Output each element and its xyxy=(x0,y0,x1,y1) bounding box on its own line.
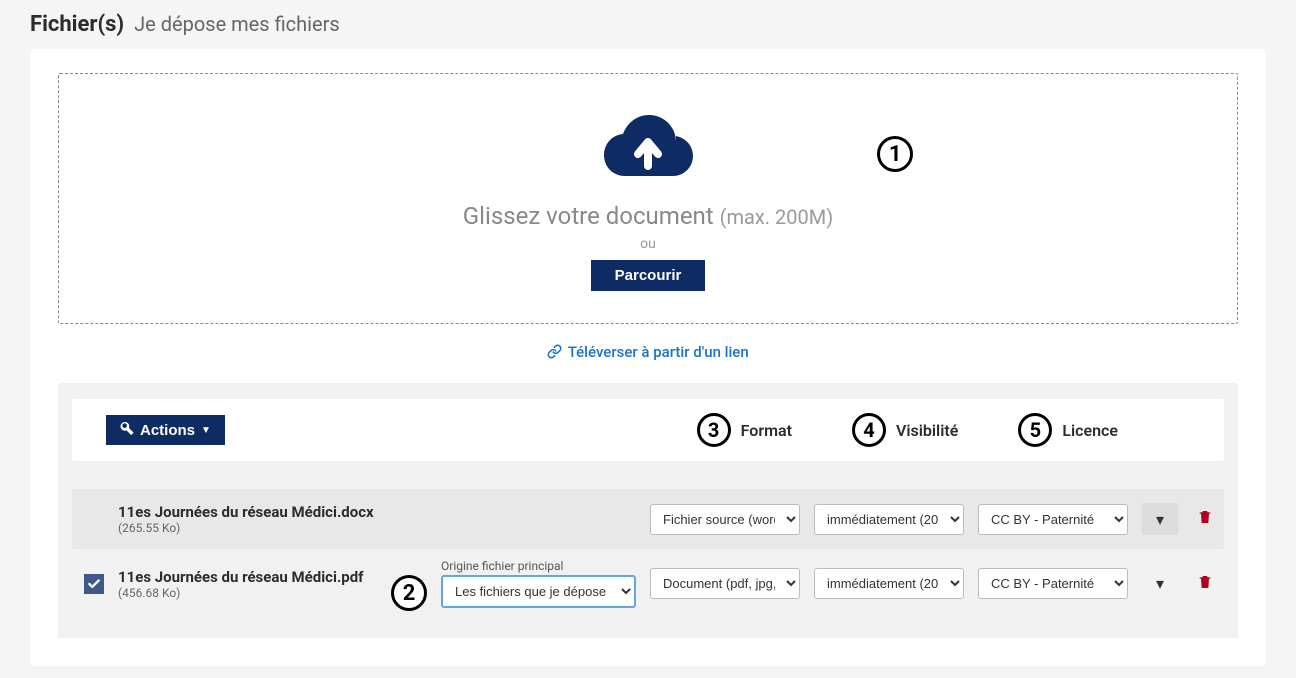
cloud-upload-icon xyxy=(602,165,694,184)
dropzone-inner: 1 Glissez votre document (max. 200M) ou … xyxy=(463,114,833,291)
col-header-visibility: 4 Visibilité xyxy=(852,413,958,447)
col-format-label: Format xyxy=(741,421,792,440)
trash-icon xyxy=(1197,576,1213,595)
file-info: 11es Journées du réseau Médici.docx (265… xyxy=(118,503,427,535)
origine-label: Origine fichier principal xyxy=(441,559,636,573)
page-subtitle: Je dépose mes fichiers xyxy=(134,12,340,36)
upload-link-row: Téléverser à partir d'un lien xyxy=(58,342,1238,361)
chevron-down-icon: ▾ xyxy=(1156,510,1164,529)
file-info: 11es Journées du réseau Médici.pdf (456.… xyxy=(118,568,427,600)
delete-button[interactable] xyxy=(1192,508,1218,530)
dropzone-title-text: Glissez votre document xyxy=(463,202,714,230)
origine-select[interactable]: Les fichiers que je dépose sont xyxy=(441,575,636,608)
file-header-row: Actions ▼ 3 Format 4 Visibilité 5 Licenc… xyxy=(72,399,1224,461)
format-select[interactable]: Document (pdf, jpg, …) xyxy=(650,568,800,599)
trash-icon xyxy=(1197,511,1213,530)
delete-button[interactable] xyxy=(1192,573,1218,595)
upload-from-link[interactable]: Téléverser à partir d'un lien xyxy=(547,343,748,361)
dropzone-or: ou xyxy=(463,236,833,252)
format-cell: Fichier source (word, tex…) xyxy=(650,504,800,535)
callout-2: 2 xyxy=(391,575,427,611)
main-card: 1 Glissez votre document (max. 200M) ou … xyxy=(30,49,1266,666)
row-checkbox-empty xyxy=(84,509,104,529)
wrench-icon xyxy=(120,421,134,439)
licence-cell: CC BY - Paternité xyxy=(978,504,1128,535)
row-checkbox-checked[interactable] xyxy=(84,574,104,594)
column-headers: 3 Format 4 Visibilité 5 Licence xyxy=(697,413,1208,447)
dropzone-max: (max. 200M) xyxy=(720,205,834,229)
visibility-cell: immédiatement (2023-…) xyxy=(814,568,964,599)
licence-select[interactable]: CC BY - Paternité xyxy=(978,568,1128,599)
dropzone[interactable]: 1 Glissez votre document (max. 200M) ou … xyxy=(58,73,1238,324)
caret-down-icon: ▼ xyxy=(201,425,211,436)
expand-toggle[interactable]: ▾ xyxy=(1142,574,1178,593)
licence-select[interactable]: CC BY - Paternité xyxy=(978,504,1128,535)
visibility-cell: immédiatement (2023-…) xyxy=(814,504,964,535)
actions-button[interactable]: Actions ▼ xyxy=(106,415,225,445)
actions-label: Actions xyxy=(140,422,195,439)
upload-link-label: Téléverser à partir d'un lien xyxy=(568,343,749,361)
expand-toggle[interactable]: ▾ xyxy=(1142,503,1178,535)
visibility-select[interactable]: immédiatement (2023-…) xyxy=(814,504,964,535)
file-name: 11es Journées du réseau Médici.pdf xyxy=(118,568,427,586)
format-select[interactable]: Fichier source (word, tex…) xyxy=(650,504,800,535)
visibility-select[interactable]: immédiatement (2023-…) xyxy=(814,568,964,599)
callout-1: 1 xyxy=(877,136,913,172)
callout-3: 3 xyxy=(697,413,731,447)
callout-4: 4 xyxy=(852,413,886,447)
licence-cell: CC BY - Paternité xyxy=(978,568,1128,599)
file-size: (456.68 Ko) xyxy=(118,586,427,600)
check-icon xyxy=(87,577,101,591)
origine-col: 2 Origine fichier principal Les fichiers… xyxy=(441,559,636,608)
dropzone-title: Glissez votre document (max. 200M) xyxy=(463,202,833,230)
file-size: (265.55 Ko) xyxy=(118,521,427,535)
page-title: Fichier(s) xyxy=(30,12,124,37)
file-row: 11es Journées du réseau Médici.docx (265… xyxy=(72,489,1224,549)
link-icon xyxy=(547,343,567,361)
file-area: Actions ▼ 3 Format 4 Visibilité 5 Licenc… xyxy=(58,383,1238,638)
col-header-format: 3 Format xyxy=(697,413,792,447)
col-header-licence: 5 Licence xyxy=(1018,413,1118,447)
browse-button[interactable]: Parcourir xyxy=(591,260,706,291)
format-cell: Document (pdf, jpg, …) xyxy=(650,568,800,599)
col-visibility-label: Visibilité xyxy=(896,421,958,440)
file-name: 11es Journées du réseau Médici.docx xyxy=(118,503,427,521)
chevron-down-icon: ▾ xyxy=(1156,574,1164,593)
file-row: 11es Journées du réseau Médici.pdf (456.… xyxy=(72,549,1224,618)
page-header: Fichier(s) Je dépose mes fichiers xyxy=(30,12,1266,37)
col-licence-label: Licence xyxy=(1062,421,1118,440)
callout-5: 5 xyxy=(1018,413,1052,447)
